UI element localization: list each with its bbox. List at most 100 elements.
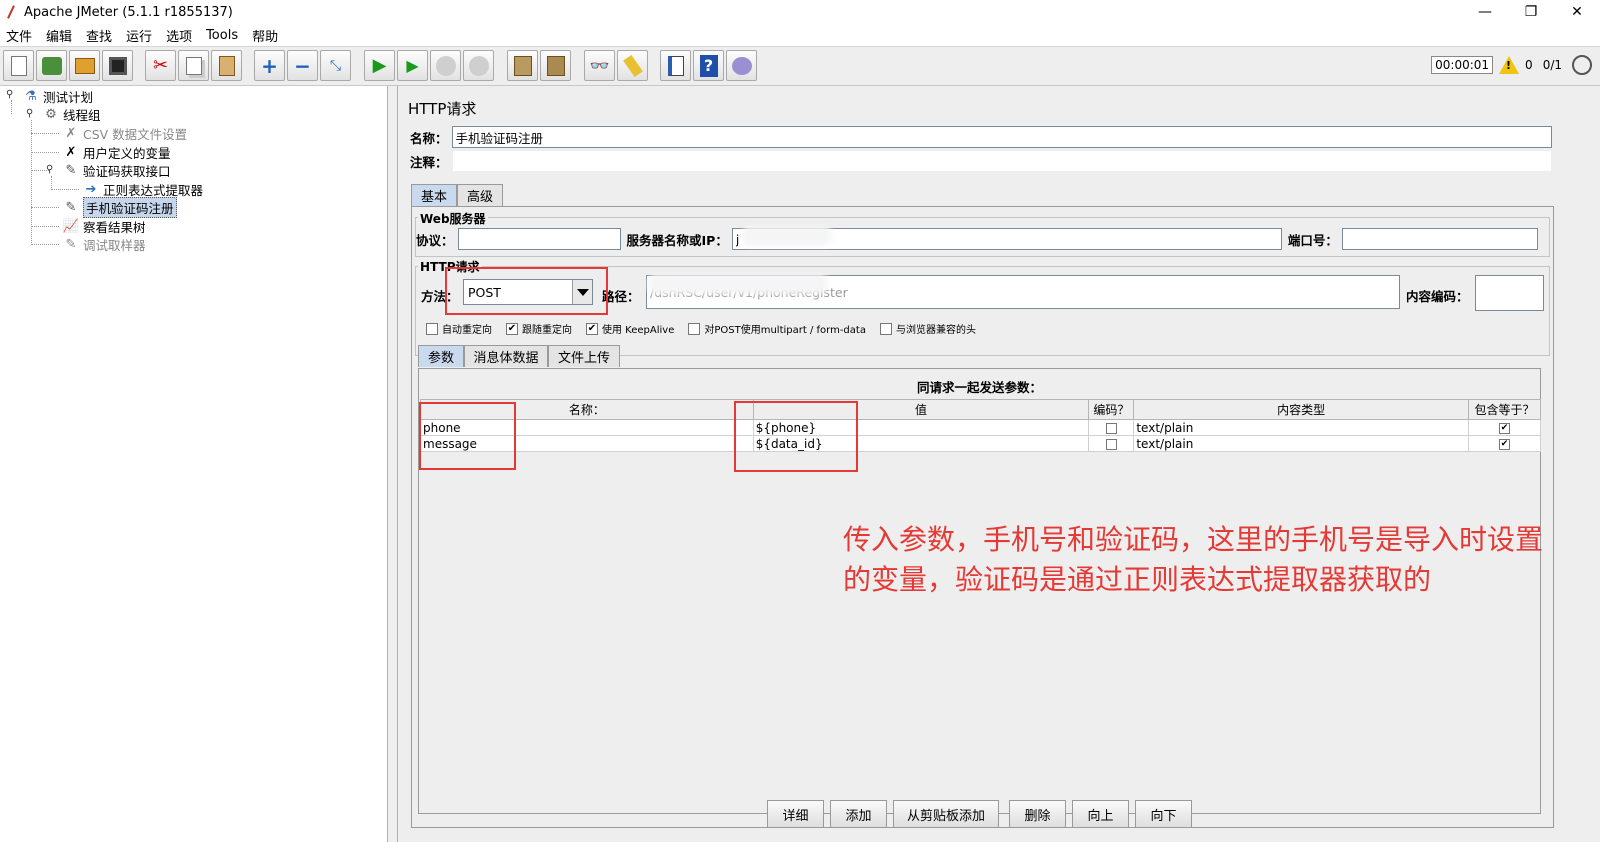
clear-icon [513,55,532,76]
copy-button[interactable] [178,50,209,81]
tab-parameters[interactable]: 参数 [418,345,464,367]
tab-basic[interactable]: 基本 [411,184,457,206]
minimize-button[interactable]: — [1462,0,1508,24]
delete-button[interactable]: 删除 [1009,800,1066,828]
tree-item-results-tree[interactable]: 📈 察看结果树 [62,217,146,235]
multipart-checkbox[interactable]: 对POST使用multipart / form-data [688,321,866,336]
column-header-encode[interactable]: 编码？ [1088,399,1135,420]
param-content-type-cell[interactable]: text/plain [1133,435,1470,452]
expand-button[interactable]: + [254,50,285,81]
encoding-field[interactable] [1475,275,1544,311]
shutdown-button[interactable] [463,50,494,81]
protocol-label: 协议： [416,232,454,248]
clear-all-button[interactable] [540,50,571,81]
add-button[interactable]: 添加 [830,800,887,828]
toggle-button[interactable]: ⤡ [320,50,351,81]
http-request-panel: HTTP请求 名称： 注释： 基本 高级 Web服务器 协议： 服务器名称或IP… [398,86,1600,842]
start-no-pause-button[interactable]: ▶ [397,50,428,81]
follow-redirect-checkbox[interactable]: ✔ 跟随重定向 [506,321,572,336]
menu-search[interactable]: 查找 [86,26,112,45]
warning-icon[interactable]: ! [1499,56,1520,74]
panel-title: HTTP请求 [408,100,477,118]
search-button[interactable]: 👓 [584,50,615,81]
web-server-row: 协议： 服务器名称或IP： 端口号： [416,228,1546,250]
checkbox-box[interactable]: ✔ [1499,438,1511,450]
checkbox-box [879,322,892,335]
tree-toggle-test-plan[interactable]: ⚲ [6,89,13,100]
cut-button[interactable]: ✂ [145,50,176,81]
templates-button[interactable] [36,50,67,81]
param-include-equals-cell[interactable]: ✔ [1468,435,1541,452]
column-header-include-equals[interactable]: 包含等于？ [1468,399,1541,420]
add-from-clipboard-button[interactable]: 从剪贴板添加 [893,800,999,828]
tree-item-test-plan[interactable]: ⚗ 测试计划 [22,87,93,105]
reset-search-button[interactable] [617,50,648,81]
port-field[interactable] [1341,228,1538,250]
tree-item-csv-config[interactable]: ✗ CSV 数据文件设置 [62,124,188,142]
split-pane-divider[interactable] [388,86,398,842]
table-row[interactable]: message ${data_id} text/plain ✔ [420,435,1541,452]
function-helper-button[interactable] [660,50,691,81]
checkbox-box [688,322,701,335]
save-icon [108,56,127,75]
checkbox-box: ✔ [586,322,598,335]
param-encode-cell[interactable] [1088,435,1135,452]
auto-redirect-checkbox[interactable]: 自动重定向 [426,321,492,336]
menu-options[interactable]: 选项 [166,26,192,45]
tree-item-phone-register[interactable]: ✎ 手机验证码注册 [62,196,177,218]
checkbox-box[interactable]: ✔ [1499,422,1511,434]
comment-field[interactable] [451,150,1552,172]
redaction-blur [648,274,828,294]
detail-button[interactable]: 详细 [767,800,824,828]
tree-toggle-thread-group[interactable]: ⚲ [26,108,33,119]
table-row[interactable]: phone ${phone} text/plain ✔ [420,419,1541,436]
collapse-button[interactable]: − [287,50,318,81]
menu-run[interactable]: 运行 [126,26,152,45]
title-bar: Apache JMeter (5.1.1 r1855137) — ❐ ✕ [0,0,1600,24]
remote-button[interactable] [726,50,757,81]
toggle-icon: ⤡ [329,57,342,74]
method-highlight-box [445,267,608,315]
tab-file-upload[interactable]: 文件上传 [548,345,620,367]
checkbox-box[interactable] [1105,422,1117,434]
param-encode-cell[interactable] [1088,419,1135,436]
menu-file[interactable]: 文件 [6,26,32,45]
tree-item-thread-group[interactable]: ⚙ 线程组 [42,105,100,123]
column-header-content-type[interactable]: 内容类型 [1133,399,1470,420]
templates-icon [41,56,62,75]
paste-button[interactable] [211,50,242,81]
menu-tools[interactable]: Tools [206,28,238,43]
help-button[interactable]: ? [693,50,724,81]
maximize-button[interactable]: ❐ [1508,0,1554,24]
checkbox-box[interactable] [1105,438,1117,450]
protocol-field[interactable] [457,228,621,250]
function-helper-icon [667,55,684,76]
tab-advanced[interactable]: 高级 [457,184,503,206]
menu-edit[interactable]: 编辑 [46,26,72,45]
move-up-button[interactable]: 向上 [1072,800,1129,828]
move-down-button[interactable]: 向下 [1135,800,1192,828]
new-button[interactable] [3,50,34,81]
annotation-note: 传入参数，手机号和验证码，这里的手机号是导入时设置 的变量，验证码是通过正则表达… [843,520,1583,600]
port-label: 端口号： [1287,232,1338,248]
tree-toggle-captcha-request[interactable]: ⚲ [46,164,53,175]
close-button[interactable]: ✕ [1554,0,1600,24]
tree-item-debug-sampler[interactable]: ✎ 调试取样器 [62,235,146,253]
open-button[interactable] [69,50,100,81]
keepalive-checkbox[interactable]: ✔ 使用 KeepAlive [586,321,674,336]
param-content-type-cell[interactable]: text/plain [1133,419,1470,436]
name-field[interactable] [451,126,1552,148]
clear-button[interactable] [507,50,538,81]
tree-item-user-variables[interactable]: ✗ 用户定义的变量 [62,143,171,161]
menu-help[interactable]: 帮助 [252,26,278,45]
tab-body-data[interactable]: 消息体数据 [464,345,548,367]
tree-item-regex-extractor[interactable]: ➔ 正则表达式提取器 [82,180,203,198]
param-include-equals-cell[interactable]: ✔ [1468,419,1541,436]
start-button[interactable]: ▶ [364,50,395,81]
save-button[interactable] [102,50,133,81]
name-row: 名称： [410,126,1552,148]
stop-icon [435,55,456,76]
tree-item-captcha-request[interactable]: ✎ 验证码获取接口 [62,161,171,179]
stop-button[interactable] [430,50,461,81]
browser-headers-checkbox[interactable]: 与浏览器兼容的头 [879,321,976,336]
